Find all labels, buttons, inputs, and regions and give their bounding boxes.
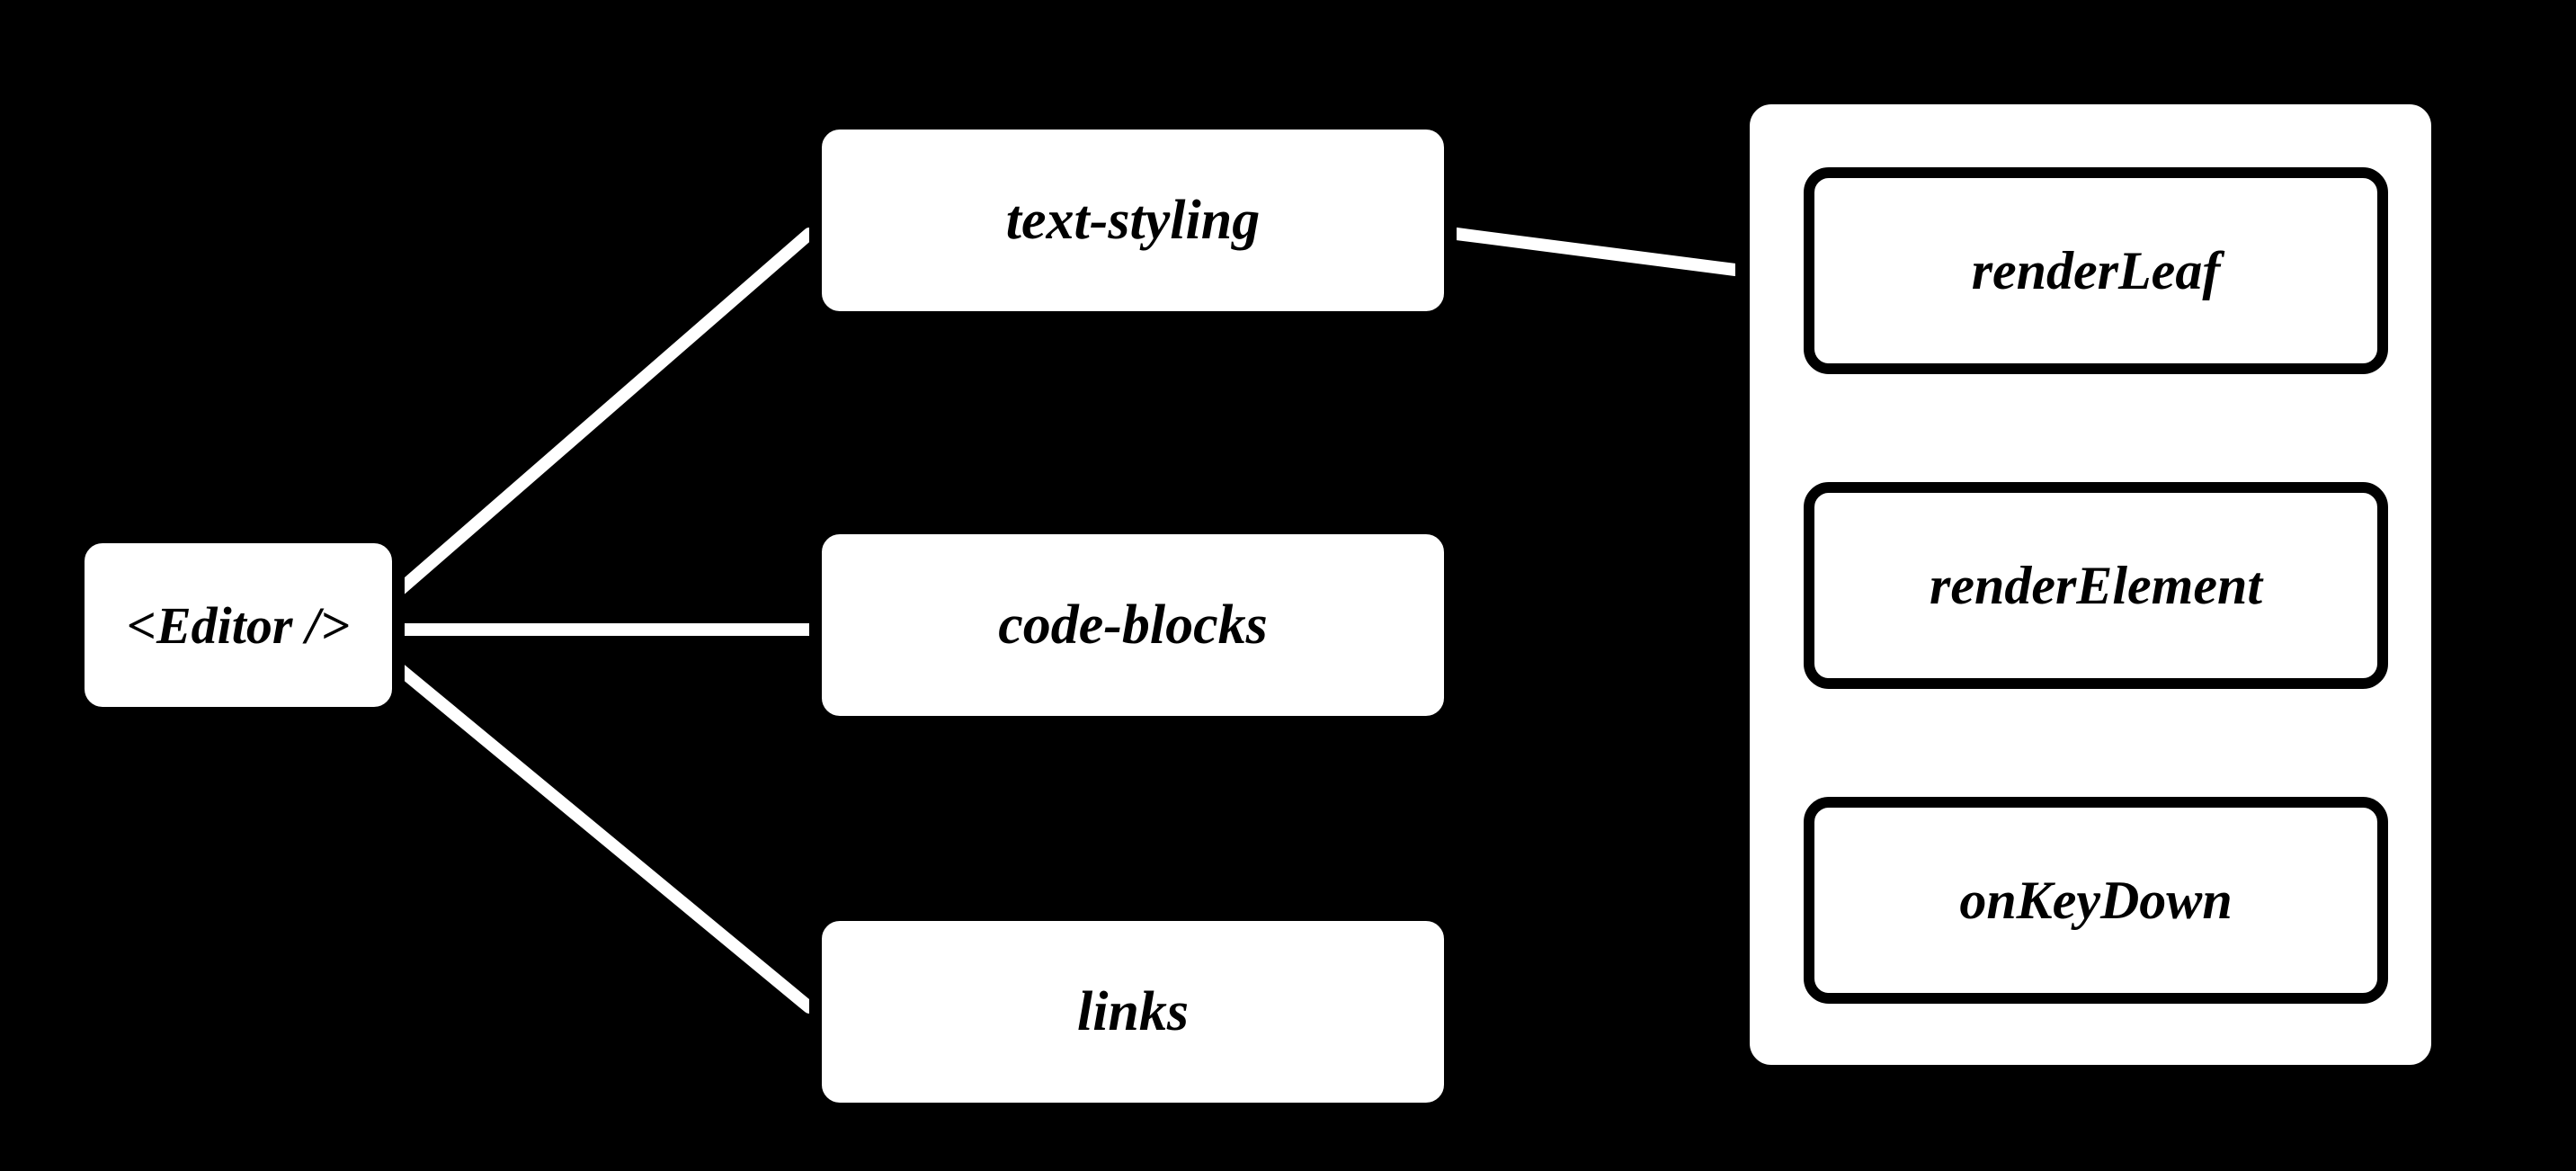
node-code-blocks: code-blocks	[809, 522, 1457, 729]
detail-container: renderLeaf renderElement onKeyDown	[1735, 90, 2446, 1079]
detail-onkeydown: onKeyDown	[1804, 797, 2388, 1004]
node-text-styling: text-styling	[809, 117, 1457, 324]
node-code-blocks-label: code-blocks	[998, 594, 1268, 657]
node-links: links	[809, 908, 1457, 1115]
node-editor: <Editor />	[72, 531, 405, 720]
node-text-styling-label: text-styling	[1006, 189, 1260, 253]
detail-renderleaf-label: renderLeaf	[1972, 240, 2221, 302]
detail-renderelement: renderElement	[1804, 482, 2388, 689]
node-links-label: links	[1077, 980, 1189, 1044]
detail-onkeydown-label: onKeyDown	[1959, 870, 2232, 932]
node-editor-label: <Editor />	[127, 595, 350, 656]
detail-renderelement-label: renderElement	[1930, 555, 2262, 617]
diagram-canvas: <Editor /> text-styling code-blocks link…	[0, 0, 2576, 1171]
detail-renderleaf: renderLeaf	[1804, 167, 2388, 374]
